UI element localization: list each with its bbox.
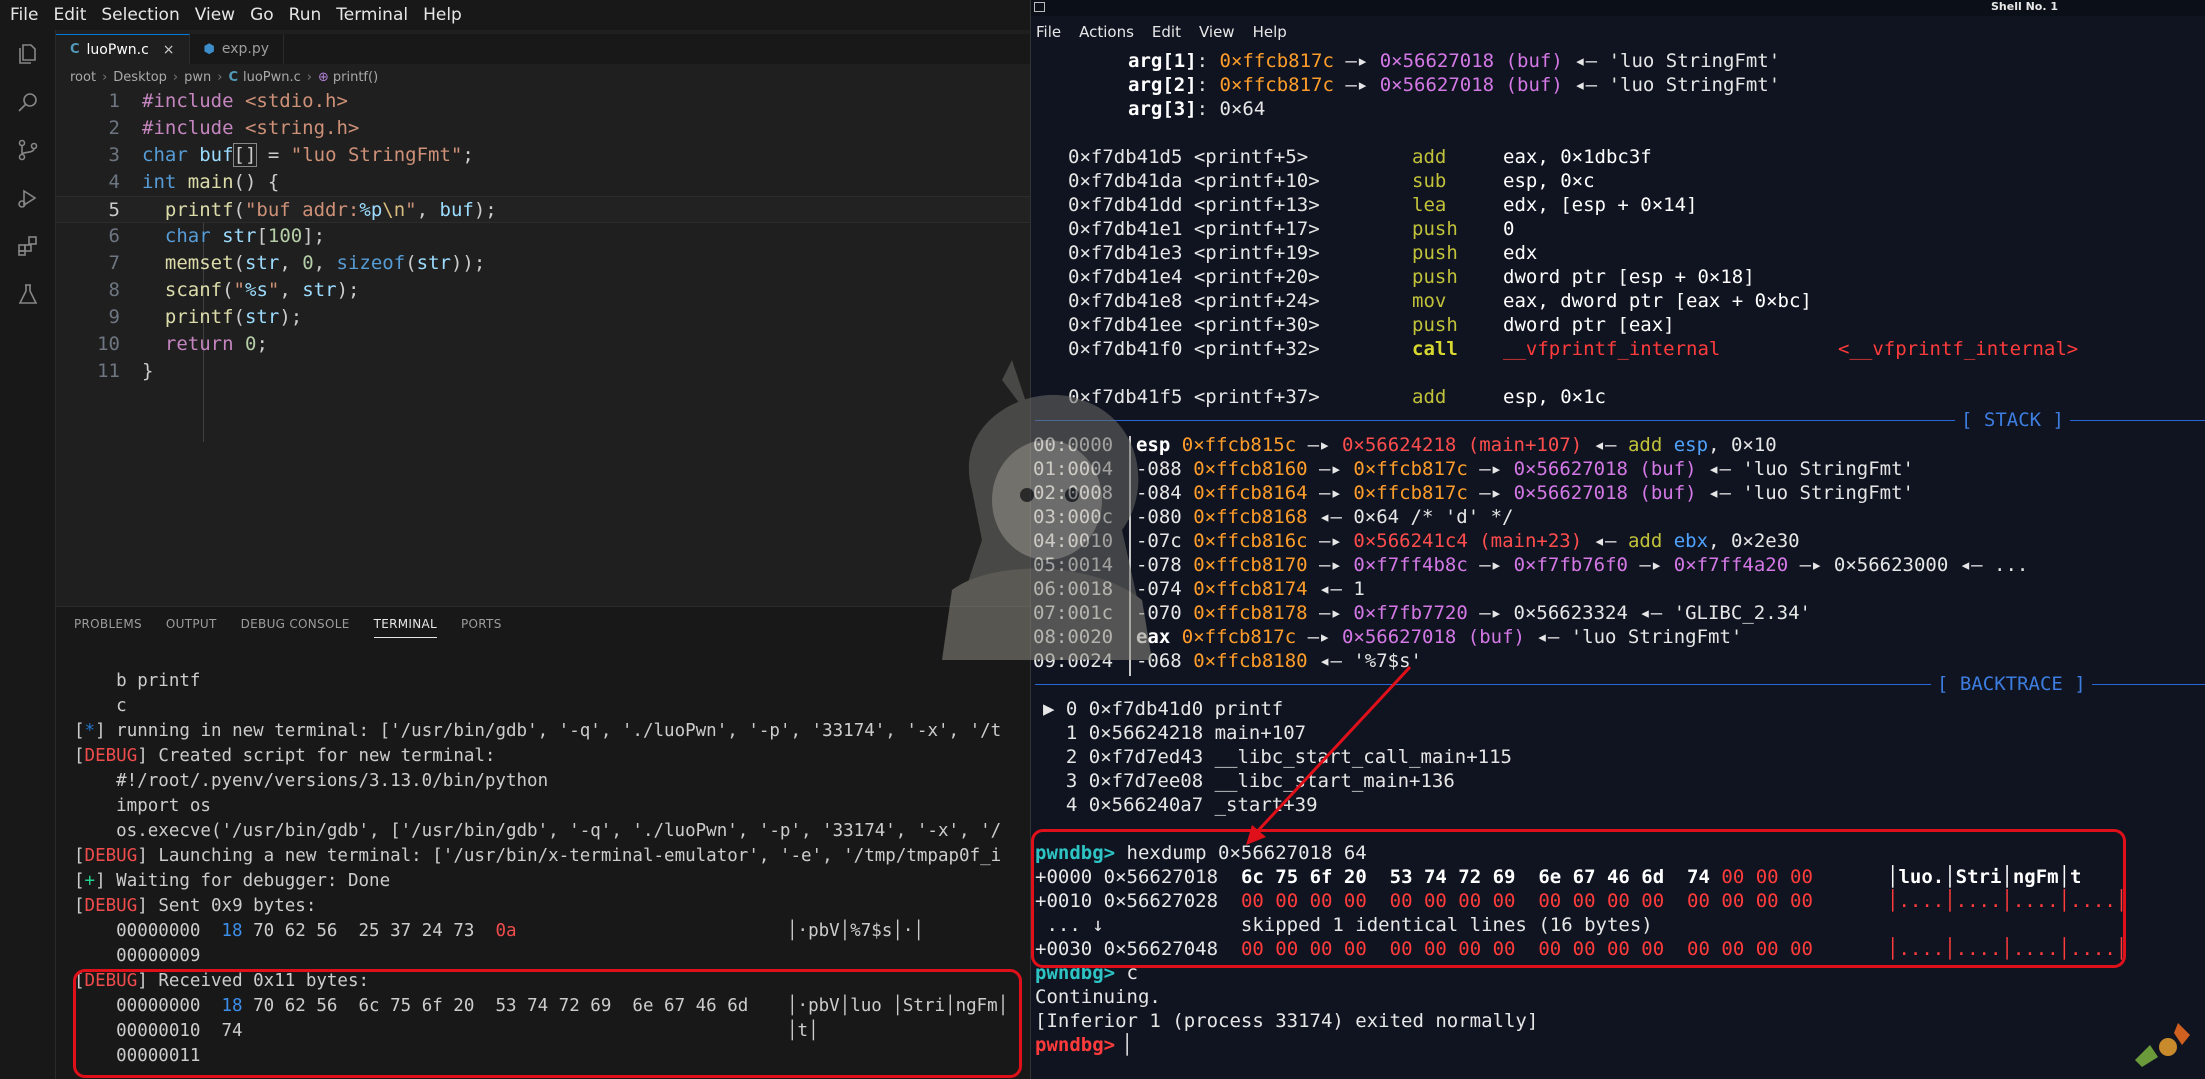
stack-label: [ STACK ] [1955, 409, 2070, 431]
terminal-line: os.execve('/usr/bin/gdb', ['/usr/bin/gdb… [74, 821, 1002, 841]
terminal-line: [DEBUG] Launching a new terminal: ['/usr… [74, 846, 1002, 866]
terminal-line: [*] running in new terminal: ['/usr/bin/… [74, 721, 1002, 741]
tab-ports[interactable]: PORTS [461, 617, 502, 638]
terminal-line: c [74, 696, 127, 716]
code-editor[interactable]: 1 #include <stdio.h> 2 #include <string.h>… [56, 88, 1030, 598]
vscode-window: File Edit Selection View Go Run Terminal… [0, 0, 1030, 1079]
tab-luopwn-c[interactable]: C luoPwn.c × [56, 34, 190, 64]
code-line: 9 printf(str); [108, 306, 303, 328]
disasm-line: 0×f7db41da <printf+10> sub esp, 0×c [1068, 170, 1595, 192]
tab-label: luoPwn.c [86, 41, 149, 58]
shell-menu-bar: File Actions Edit View Help [1031, 20, 1305, 44]
tab-exp-py[interactable]: ⬢ exp.py [190, 34, 285, 64]
hexdump-highlight [1031, 829, 2126, 968]
menu-edit[interactable]: Edit [53, 5, 86, 25]
disasm-line: 0×f7db41e1 <printf+17> push 0 [1068, 218, 1515, 240]
code-line: 11} [97, 360, 154, 382]
shell-menu-edit[interactable]: Edit [1152, 23, 1181, 41]
stack-row: 05:0014 -078 0×ffcb8170 —▸ 0×f7ff4b8c —▸… [1033, 554, 2029, 576]
disasm-line: 0×f7db41e8 <printf+24> mov eax, dword ptr … [1068, 290, 1812, 312]
breadcrumb-pwn[interactable]: pwn [184, 70, 211, 85]
menu-help[interactable]: Help [423, 5, 462, 25]
arg-line: arg[3]: 0×64 [1128, 98, 1266, 120]
continuing-text: Continuing. [1035, 986, 1161, 1008]
run-debug-icon[interactable] [16, 186, 40, 210]
extensions-icon[interactable] [16, 234, 40, 258]
python-file-icon: ⬢ [203, 41, 215, 57]
disasm-line: 0×f7db41d5 <printf+5> add eax, 0×1dbc3f [1068, 146, 1652, 168]
code-line: 3 char buf[] = "luo StringFmt"; [108, 143, 474, 167]
tab-debug-console[interactable]: DEBUG CONSOLE [241, 617, 350, 638]
disasm-line: 0×f7db41dd <printf+13> lea edx, [esp + 0×1… [1068, 194, 1698, 216]
menu-bar: File Edit Selection View Go Run Terminal… [0, 0, 1030, 30]
terminal-line: b printf [74, 671, 201, 691]
code-line: 4 int main() { [108, 171, 280, 193]
menu-go[interactable]: Go [250, 5, 274, 25]
code-line: 1 #include <stdio.h> [108, 90, 348, 112]
shell-menu-file[interactable]: File [1036, 23, 1061, 41]
arg-line: arg[1]: 0×ffcb817c —▸ 0×56627018 (buf) ◂… [1128, 50, 1781, 72]
terminal-line: [DEBUG] Created script for new terminal: [74, 746, 496, 766]
breadcrumb-desktop[interactable]: Desktop [113, 70, 167, 85]
shell-title: Shell No. 1 [1991, 0, 2059, 13]
code-line: 2 #include <string.h> [108, 117, 360, 139]
terminal-line: [DEBUG] Sent 0x9 bytes: [74, 896, 317, 916]
breadcrumb-file[interactable]: luoPwn.c [243, 70, 301, 85]
menu-selection[interactable]: Selection [101, 5, 179, 25]
close-icon[interactable]: × [163, 42, 175, 58]
disasm-line: 0×f7db41e4 <printf+20> push dword ptr [esp… [1068, 266, 1755, 288]
prompt-line[interactable]: pwndbg> ▏ [1035, 1033, 1138, 1057]
tab-label: exp.py [221, 41, 270, 57]
exit-status: [Inferior 1 (process 33174) exited norma… [1035, 1010, 1539, 1032]
disasm-line: 0×f7db41f0 <printf+32> call __vfprintf_int… [1068, 338, 2079, 360]
arg-line: arg[2]: 0×ffcb817c —▸ 0×56627018 (buf) ◂… [1128, 74, 1781, 96]
c-file-icon: C [70, 42, 80, 57]
breadcrumb-symbol[interactable]: printf() [333, 70, 378, 85]
menu-terminal[interactable]: Terminal [336, 5, 408, 25]
search-icon[interactable] [16, 90, 40, 114]
terminal-line: 00000009 [74, 946, 201, 966]
testing-icon[interactable] [16, 282, 40, 306]
terminal-line: 00000000 18 70 62 56 25 37 24 73 0a │·pbV… [74, 921, 924, 941]
explorer-icon[interactable] [16, 42, 40, 66]
code-line: 8 scanf("%s", str); [108, 279, 360, 301]
terminal-line: import os [74, 796, 211, 816]
mascot-watermark [942, 360, 1152, 660]
code-line: 10 return 0; [97, 333, 268, 355]
shell-menu-view[interactable]: View [1199, 23, 1235, 41]
breadcrumb: root › Desktop › pwn › C luoPwn.c › ⊕ printf… [70, 69, 379, 85]
disasm-line: 0×f7db41e3 <printf+19> push edx [1068, 242, 1538, 264]
menu-run[interactable]: Run [289, 5, 322, 25]
panel-tabs: PROBLEMS OUTPUT DEBUG CONSOLE TERMINAL P… [74, 617, 526, 638]
received-bytes-highlight [73, 969, 1022, 1078]
breadcrumb-root[interactable]: root [70, 70, 96, 85]
code-line-current: 5 printf("buf addr:%p\n", buf); [56, 196, 1030, 223]
code-line: 6 char str[100]; [108, 225, 326, 247]
function-icon: ⊕ [317, 69, 329, 85]
bottom-panel: PROBLEMS OUTPUT DEBUG CONSOLE TERMINAL P… [56, 606, 1030, 1079]
terminal-line: [+] Waiting for debugger: Done [74, 871, 391, 891]
tab-problems[interactable]: PROBLEMS [74, 617, 142, 638]
shell-menu-help[interactable]: Help [1253, 23, 1287, 41]
c-file-icon: C [228, 69, 238, 85]
tab-terminal[interactable]: TERMINAL [373, 617, 438, 638]
activity-bar [0, 30, 56, 1079]
decoration-icon [2135, 1023, 2190, 1067]
code-line: 7 memset(str, 0, sizeof(str)); [108, 252, 486, 274]
shell-menu-actions[interactable]: Actions [1079, 23, 1134, 41]
editor-tabs: C luoPwn.c × ⬢ exp.py [56, 34, 1030, 64]
source-control-icon[interactable] [16, 138, 40, 162]
terminal-icon [1034, 2, 1045, 12]
disasm-line: 0×f7db41ee <printf+30> push dword ptr [eax… [1068, 314, 1675, 336]
backtrace-label: [ BACKTRACE ] [1931, 673, 2092, 695]
menu-view[interactable]: View [195, 5, 235, 25]
terminal-line: #!/root/.pyenv/versions/3.13.0/bin/pytho… [74, 771, 549, 791]
annotation-arrow [1246, 665, 1412, 845]
tab-output[interactable]: OUTPUT [166, 617, 217, 638]
shell-titlebar: Shell No. 1 [1031, 0, 2205, 16]
menu-file[interactable]: File [10, 5, 38, 25]
